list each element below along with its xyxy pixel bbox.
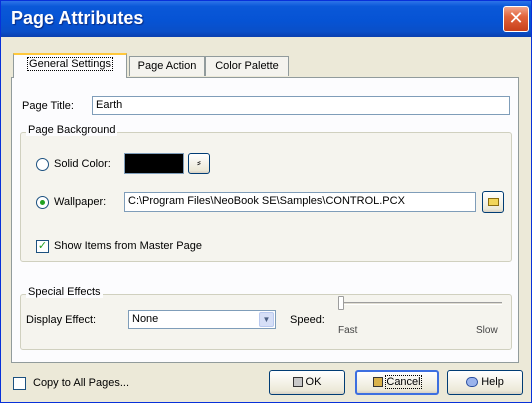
close-button[interactable]: ✕: [503, 6, 529, 32]
cancel-label: Cancel: [385, 375, 422, 389]
ok-button[interactable]: OK: [269, 370, 345, 395]
browse-wallpaper-button[interactable]: [482, 191, 504, 213]
special-effects-legend: Special Effects: [26, 286, 103, 298]
display-effect-select[interactable]: None ▼: [128, 310, 276, 329]
speed-slider-thumb[interactable]: [338, 296, 344, 310]
speed-label: Speed:: [290, 314, 325, 326]
display-effect-label: Display Effect:: [26, 314, 97, 326]
page-title-label: Page Title:: [22, 100, 74, 112]
tab-label: General Settings: [27, 57, 113, 71]
speed-slow-label: Slow: [476, 325, 498, 336]
display-effect-value: None: [132, 313, 159, 325]
show-master-items-label: Show Items from Master Page: [54, 240, 202, 252]
copy-to-all-checkbox[interactable]: [13, 377, 26, 390]
wallpaper-path-input[interactable]: C:\Program Files\NeoBook SE\Samples\CONT…: [124, 192, 476, 212]
folder-icon: [488, 198, 499, 206]
cancel-icon: [373, 377, 384, 388]
speed-slider-track[interactable]: [340, 302, 502, 305]
wallpaper-radio[interactable]: [36, 196, 49, 209]
help-button[interactable]: Help: [447, 370, 523, 395]
solid-color-swatch[interactable]: [124, 153, 184, 174]
tab-general-settings[interactable]: General Settings: [13, 53, 127, 78]
close-icon: ✕: [508, 8, 524, 28]
title-bar[interactable]: Page Attributes ✕: [1, 1, 531, 37]
show-master-items-checkbox[interactable]: ✓: [36, 240, 49, 253]
copy-to-all-label: Copy to All Pages...: [33, 377, 129, 389]
ok-label: OK: [305, 376, 322, 388]
page-attributes-dialog: Page Attributes ✕ Page Action Color Pale…: [0, 0, 532, 403]
tab-label: Page Action: [137, 60, 197, 72]
help-label: Help: [481, 376, 504, 388]
ok-icon: [292, 377, 303, 388]
cancel-button[interactable]: Cancel: [355, 370, 439, 395]
chevron-down-icon[interactable]: ▼: [259, 312, 274, 327]
page-background-legend: Page Background: [26, 124, 118, 136]
tab-color-palette[interactable]: Color Palette: [205, 56, 289, 76]
wallpaper-label: Wallpaper:: [54, 196, 107, 208]
general-settings-panel: Page Title: Earth Page Background Solid …: [11, 77, 519, 363]
dropper-icon: ⸗: [197, 157, 201, 169]
dialog-title: Page Attributes: [11, 8, 144, 28]
tab-page-action[interactable]: Page Action: [129, 56, 205, 76]
help-icon: [466, 377, 479, 388]
color-picker-button[interactable]: ⸗: [188, 153, 210, 174]
speed-fast-label: Fast: [338, 325, 358, 336]
tab-label: Color Palette: [215, 60, 279, 72]
solid-color-label: Solid Color:: [54, 158, 111, 170]
solid-color-radio[interactable]: [36, 158, 49, 171]
page-title-input[interactable]: Earth: [92, 96, 510, 115]
